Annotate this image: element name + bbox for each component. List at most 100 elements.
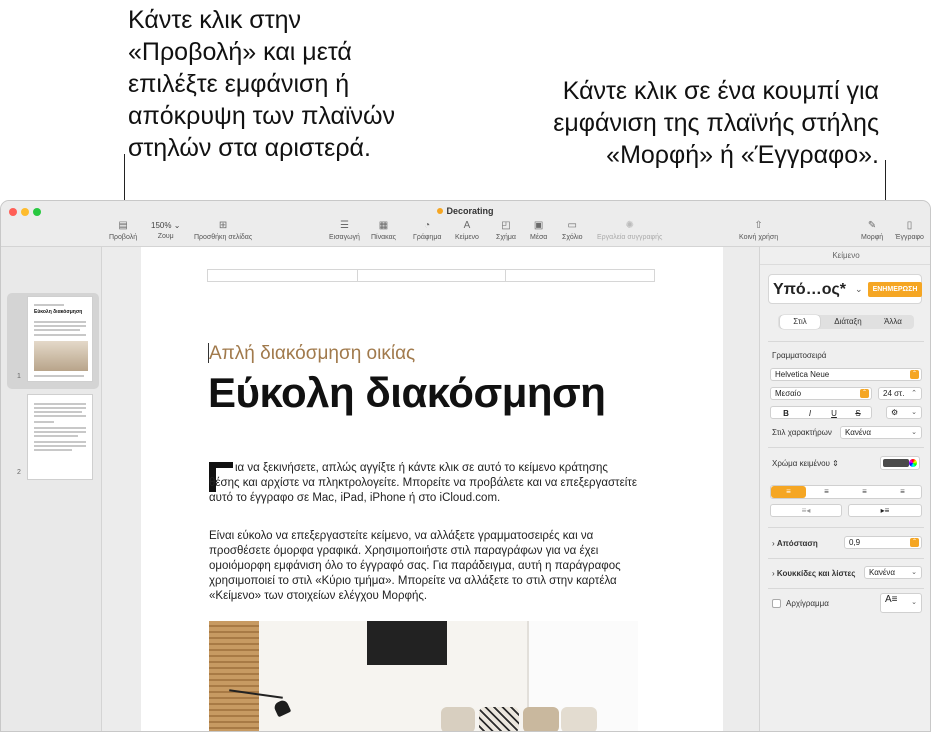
format-sidebar: Κείμενο Υπό…ος* ⌄ ΕΝΗΜΕΡΩΣΗ Στιλ Διάταξη… bbox=[759, 247, 930, 731]
bullets-lists-select[interactable]: Κανένα ⌄ bbox=[864, 566, 922, 579]
drop-cap-checkbox[interactable] bbox=[772, 599, 781, 608]
increase-indent-button[interactable]: ▸≡ bbox=[848, 504, 922, 517]
document-page[interactable]: Απλή διακόσμηση οικίας Εύκολη διακόσμηση… bbox=[141, 247, 723, 731]
zoom-button[interactable]: 150% ⌄ Ζουμ bbox=[151, 221, 180, 240]
decrease-indent-button[interactable]: ≡◂ bbox=[770, 504, 842, 517]
document-label: Έγγραφο bbox=[895, 234, 924, 241]
text-color-label[interactable]: Χρώμα κειμένου ⇕ bbox=[772, 459, 839, 468]
thumb-line bbox=[34, 427, 86, 429]
document-subtitle[interactable]: Απλή διακόσμηση οικίας bbox=[209, 343, 415, 365]
insert-icon: ☰ bbox=[339, 220, 349, 231]
table-button[interactable]: ▦ Πίνακας bbox=[371, 220, 396, 242]
body-paragraph-2[interactable]: Είναι εύκολο να επεξεργαστείτε κείμενο, … bbox=[209, 529, 639, 604]
share-icon: ⇧ bbox=[754, 220, 763, 231]
photo-pillow bbox=[479, 707, 519, 731]
living-room-photo[interactable] bbox=[209, 621, 638, 731]
italic-button[interactable]: I bbox=[799, 407, 821, 420]
share-button[interactable]: ⇧ Κοινή χρήση bbox=[739, 220, 778, 242]
thumb-line bbox=[34, 329, 80, 331]
format-button[interactable]: ✎ Μορφή bbox=[861, 221, 884, 242]
insert-button[interactable]: ☰ Εισαγωγή bbox=[329, 220, 360, 242]
advanced-options-button[interactable]: ⚙ ⌄ bbox=[886, 406, 922, 419]
spacing-select[interactable]: 0,9 ⌃ bbox=[844, 536, 922, 549]
add-page-button[interactable]: ⊞ Προσθήκη σελίδας bbox=[194, 221, 252, 242]
document-canvas[interactable]: Απλή διακόσμηση οικίας Εύκολη διακόσμηση… bbox=[103, 247, 759, 731]
table-label: Πίνακας bbox=[371, 234, 396, 241]
text-color-text: Χρώμα κειμένου bbox=[772, 459, 830, 468]
document-button[interactable]: ▯ Έγγραφο bbox=[895, 221, 924, 242]
bullets-lists-text: Κουκκίδες και λίστες bbox=[776, 569, 856, 578]
paragraph-style-popup[interactable]: Υπό…ος* ⌄ ΕΝΗΜΕΡΩΣΗ bbox=[768, 274, 922, 304]
justify-button[interactable]: ≡ bbox=[885, 486, 920, 498]
thumb-line bbox=[34, 375, 84, 377]
drop-cap-label: Αρχίγραμμα bbox=[786, 599, 829, 608]
callout-right-leader bbox=[885, 160, 886, 200]
chevron-updown-icon: ⇕ bbox=[832, 459, 839, 468]
toolbar: Decorating ▤ Προβολή 150% ⌄ Ζουμ ⊞ Προσθήκη… bbox=[1, 201, 930, 247]
spacing-text: Απόσταση bbox=[776, 539, 818, 548]
inspector-header: Κείμενο bbox=[760, 247, 930, 265]
thumb-photo bbox=[34, 341, 88, 371]
character-styles-label: Στιλ χαρακτήρων bbox=[772, 428, 832, 437]
chart-button[interactable]: ◔ Γράφημα bbox=[413, 220, 442, 242]
thumb-line bbox=[34, 449, 72, 451]
comment-icon: ▭ bbox=[567, 220, 577, 231]
font-size-field[interactable]: 24 στ. ⌃ bbox=[878, 387, 922, 400]
zoom-value: 150% ⌄ bbox=[151, 221, 180, 230]
table-column-divider bbox=[505, 270, 506, 281]
font-size-value: 24 στ. bbox=[883, 389, 905, 398]
header-table[interactable] bbox=[207, 269, 655, 282]
update-style-button[interactable]: ΕΝΗΜΕΡΩΣΗ bbox=[868, 282, 922, 297]
tab-layout[interactable]: Διάταξη bbox=[824, 315, 872, 329]
character-styles-select[interactable]: Κανένα ⌄ bbox=[840, 426, 922, 439]
table-icon: ▦ bbox=[378, 220, 389, 231]
font-family-select[interactable]: Helvetica Neue ⌃ bbox=[770, 368, 922, 381]
photo-shutter bbox=[209, 621, 259, 731]
align-right-button[interactable]: ≡ bbox=[847, 486, 882, 498]
underline-button[interactable]: U bbox=[823, 407, 845, 420]
body-paragraph-1[interactable]: ια να ξεκινήσετε, απλώς αγγίξτε ή κάντε … bbox=[209, 461, 639, 506]
page-number: 1 bbox=[17, 373, 21, 380]
color-swatch bbox=[883, 459, 909, 467]
document-heading[interactable]: Εύκολη διακόσμηση bbox=[208, 369, 606, 417]
bullets-lists-label[interactable]: › Κουκκίδες και λίστες bbox=[772, 569, 855, 578]
writing-tools-button[interactable]: ✺ Εργαλεία συγγραφής bbox=[597, 221, 662, 242]
font-weight-select[interactable]: Μεσαίο ⌃ bbox=[770, 387, 872, 400]
media-button[interactable]: ▣ Μέσα bbox=[530, 221, 547, 242]
chart-icon: ◔ bbox=[424, 220, 431, 231]
comment-button[interactable]: ▭ Σχόλιο bbox=[562, 220, 583, 242]
tab-more[interactable]: Άλλα bbox=[874, 315, 912, 329]
chevron-updown-icon: ⌃ bbox=[860, 389, 869, 398]
chart-label: Γράφημα bbox=[413, 234, 442, 241]
thumb-line bbox=[34, 421, 54, 423]
strikethrough-button[interactable]: S bbox=[847, 407, 869, 420]
zoom-label: Ζουμ bbox=[157, 233, 174, 240]
chevron-down-icon: ⌄ bbox=[911, 429, 917, 436]
comment-label: Σχόλιο bbox=[562, 234, 583, 241]
spacing-label[interactable]: › Απόσταση bbox=[772, 539, 818, 548]
shape-button[interactable]: ◰ Σχήμα bbox=[496, 221, 516, 242]
gear-icon: ⚙ bbox=[891, 408, 899, 417]
thumb-line bbox=[34, 441, 86, 443]
bold-button[interactable]: B bbox=[775, 407, 797, 420]
drop-cap-style-select[interactable]: A≡ ⌄ bbox=[880, 593, 922, 613]
page-thumbnail-1[interactable]: Εύκολη διακόσμηση bbox=[27, 296, 93, 382]
view-label: Προβολή bbox=[109, 234, 138, 241]
sidebar-icon: ▤ bbox=[118, 220, 128, 231]
format-label: Μορφή bbox=[861, 234, 884, 241]
document-icon bbox=[437, 208, 444, 214]
pages-window: Decorating ▤ Προβολή 150% ⌄ Ζουμ ⊞ Προσθήκη… bbox=[0, 200, 931, 732]
view-button[interactable]: ▤ Προβολή bbox=[109, 220, 138, 242]
tab-style[interactable]: Στιλ bbox=[780, 315, 820, 329]
text-button[interactable]: A Κείμενο bbox=[455, 221, 479, 242]
thumb-line bbox=[34, 321, 86, 323]
font-weight-value: Μεσαίο bbox=[775, 389, 802, 398]
thumb-line bbox=[34, 445, 86, 447]
align-left-button[interactable]: ≡ bbox=[771, 486, 806, 498]
text-color-well[interactable] bbox=[880, 456, 920, 470]
font-section-label: Γραμματοσειρά bbox=[772, 351, 827, 360]
align-center-button[interactable]: ≡ bbox=[809, 486, 844, 498]
font-family-value: Helvetica Neue bbox=[775, 370, 830, 379]
section-divider bbox=[768, 558, 924, 559]
page-thumbnail-2[interactable] bbox=[27, 394, 93, 480]
